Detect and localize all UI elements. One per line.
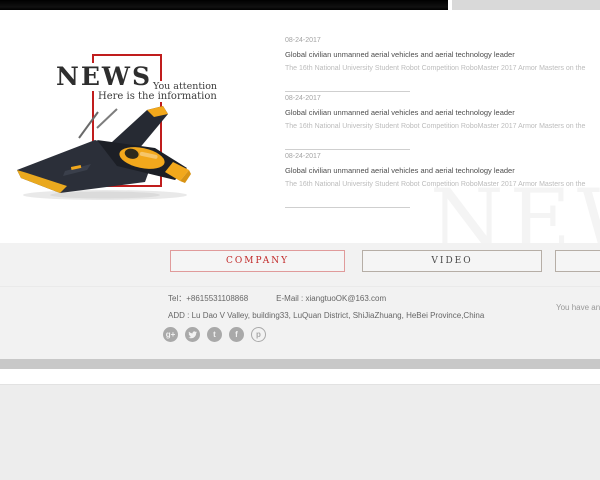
twitter-icon[interactable] <box>185 327 200 342</box>
news-list-item[interactable]: 08-24-2017 Global civilian unmanned aeri… <box>285 94 600 146</box>
news-item-title[interactable]: Global civilian unmanned aerial vehicles… <box>285 166 600 176</box>
company-tab-button[interactable]: COMPANY <box>170 250 345 272</box>
news-item-title[interactable]: Global civilian unmanned aerial vehicles… <box>285 50 600 60</box>
facebook-icon[interactable]: f <box>229 327 244 342</box>
news-item-date: 08-24-2017 <box>285 36 600 46</box>
news-item-divider <box>285 149 410 150</box>
news-section: NEWS <box>0 10 600 243</box>
top-nav-bar <box>0 0 448 10</box>
contact-address-line: ADD : Lu Dao V Valley, building33, LuQua… <box>168 311 484 320</box>
footer-aside-text: You have an <box>556 303 600 312</box>
bottom-area <box>0 384 600 480</box>
email-address[interactable]: xiangtuoOK@163.com <box>306 294 387 303</box>
social-icons-row: g+ t f p <box>163 327 266 342</box>
news-item-date: 08-24-2017 <box>285 94 600 104</box>
address-label: ADD : <box>168 311 189 320</box>
google-plus-icon[interactable]: g+ <box>163 327 178 342</box>
news-item-excerpt: The 16th National University Student Rob… <box>285 64 600 74</box>
gray-separator-band <box>0 359 600 369</box>
contact-tel-email-line: Tel：+8615531108868 E-Mail : xiangtuoOK@16… <box>168 293 386 304</box>
tumblr-icon[interactable]: t <box>207 327 222 342</box>
news-list-item[interactable]: 08-24-2017 Global civilian unmanned aeri… <box>285 36 600 88</box>
news-item-title[interactable]: Global civilian unmanned aerial vehicles… <box>285 108 600 118</box>
news-list-item[interactable]: 08-24-2017 Global civilian unmanned aeri… <box>285 152 600 204</box>
news-item-divider <box>285 207 410 208</box>
address-value: Lu Dao V Valley, building33, LuQuan Dist… <box>192 311 485 320</box>
news-item-excerpt: The 16th National University Student Rob… <box>285 122 600 132</box>
news-item-date: 08-24-2017 <box>285 152 600 162</box>
news-tagline-information: Here is the information <box>95 91 220 102</box>
partial-tab-button[interactable] <box>555 250 600 272</box>
news-item-excerpt: The 16th National University Student Rob… <box>285 180 600 190</box>
video-tab-button[interactable]: VIDEO <box>362 250 542 272</box>
pinterest-icon[interactable]: p <box>251 327 266 342</box>
drone-image <box>5 96 210 204</box>
email-label: E-Mail : <box>276 294 303 303</box>
tel-label: Tel： <box>168 294 186 303</box>
tel-number: +8615531108868 <box>186 294 248 303</box>
white-separator-band <box>0 369 600 384</box>
news-item-divider <box>285 91 410 92</box>
footer-divider <box>0 286 600 287</box>
news-section-title: NEWS <box>52 63 156 91</box>
top-bar-right-segment <box>452 0 600 10</box>
